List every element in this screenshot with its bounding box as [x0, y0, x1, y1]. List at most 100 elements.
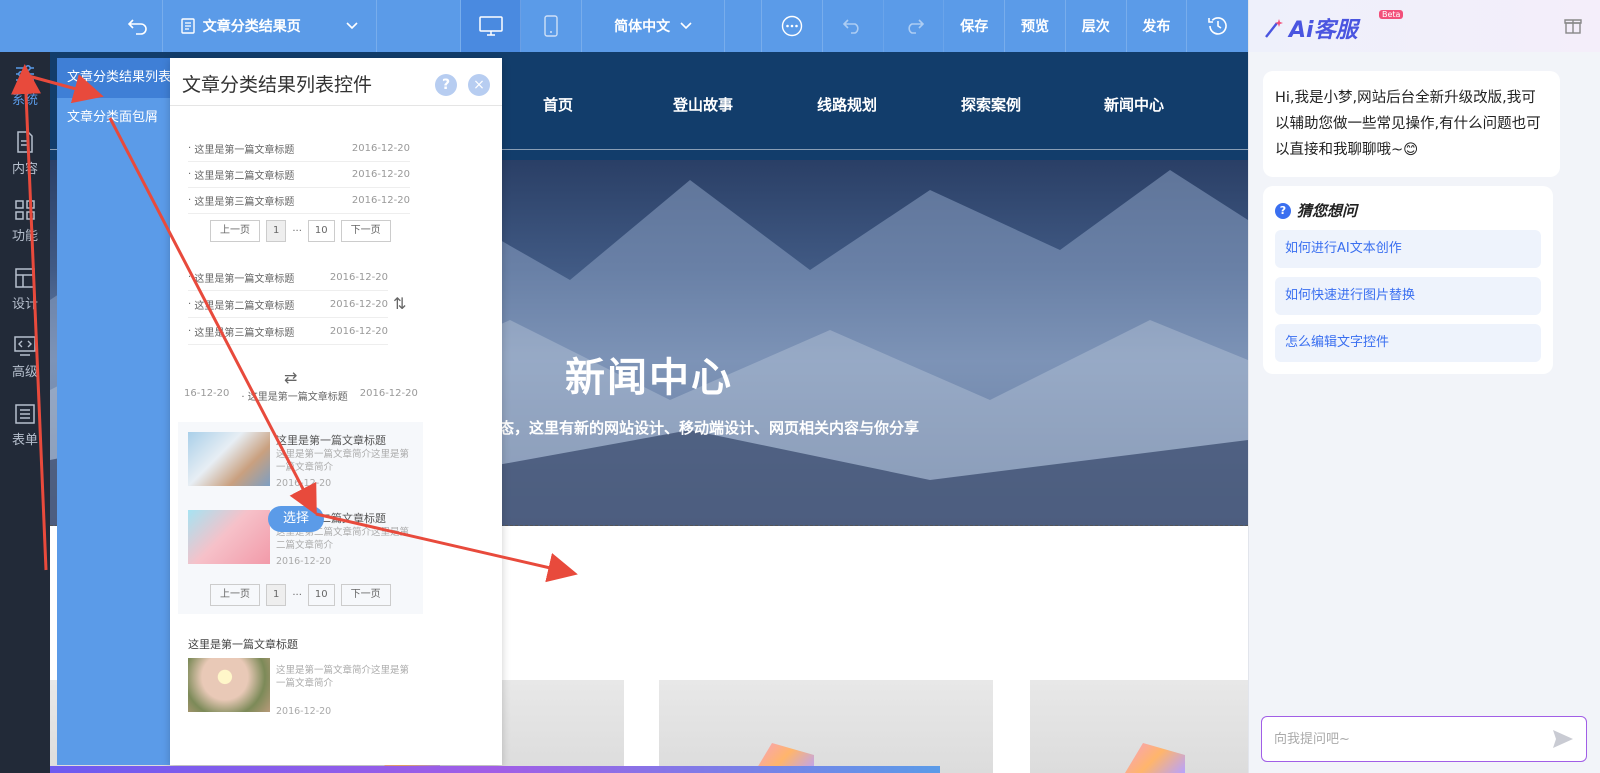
next-page-button[interactable]: 下一页 [340, 584, 391, 606]
page-number[interactable]: 1 [266, 220, 287, 242]
nav-link-home[interactable]: 首页 [543, 94, 573, 115]
item-title: · 这里是第一篇文章标题 [241, 392, 348, 403]
gift-icon[interactable] [1564, 16, 1582, 34]
page-selector[interactable]: 文章分类结果页 [163, 0, 377, 52]
nav-link-cases[interactable]: 探索案例 [961, 94, 1021, 115]
history-button[interactable] [1187, 0, 1248, 52]
page-selector-label: 文章分类结果页 [202, 19, 301, 35]
widget-style-title-image[interactable]: 这里是第一篇文章标题 这里是第一篇文章简介这里是第一篇文章简介 2016-12-… [188, 636, 418, 726]
save-button[interactable]: 保存 [944, 0, 1006, 52]
sub-menu: 文章分类结果列表 文章分类面包屑 [57, 58, 170, 765]
redo-button[interactable] [884, 0, 945, 52]
item-date: 2016-12-20 [329, 298, 388, 310]
widget-style-marquee[interactable]: 16-12-20 · 这里是第一篇文章标题 2016-12-20 [184, 388, 418, 403]
desktop-icon [478, 16, 503, 36]
widget-style-list-a[interactable]: · 这里是第一篇文章标题 2016-12-20 · 这里是第二篇文章标题 2016-… [188, 136, 410, 214]
widget-style-list-b[interactable]: · 这里是第一篇文章标题 2016-12-20 · 这里是第二篇文章标题 2016-… [188, 264, 388, 345]
pagination: 上一页 1 ··· 10 下一页 [210, 584, 391, 606]
sidebar-item-label: 表单 [11, 433, 38, 448]
nav-link-stories[interactable]: 登山故事 [673, 94, 733, 115]
list-item: · 这里是第三篇文章标题 2016-12-20 [188, 188, 410, 214]
back-button[interactable] [0, 0, 163, 52]
layout-icon [15, 268, 35, 288]
item-date: 2016-12-20 [276, 706, 332, 717]
language-selector[interactable]: 简体中文 [582, 0, 726, 52]
page-number[interactable]: 1 [266, 584, 287, 606]
sidebar-item-design[interactable]: 设计 [0, 256, 50, 324]
mobile-icon [544, 15, 559, 37]
list-item: · 这里是第一篇文章标题 2016-12-20 [188, 136, 410, 162]
help-button[interactable]: ? [435, 74, 457, 96]
list-item: 这里是第一篇文章标题 这里是第一篇文章简介这里是第一篇文章简介 2016-12-… [188, 432, 418, 502]
nav-link-routes[interactable]: 线路规划 [817, 94, 877, 115]
question-icon: ? [1275, 202, 1291, 219]
item-desc: 这里是第一篇文章简介这里是第一篇文章简介 [276, 665, 410, 689]
sidebar-item-function[interactable]: 功能 [0, 188, 50, 256]
code-monitor-icon [14, 336, 36, 356]
beta-badge: Beta [1379, 10, 1404, 19]
page-icon [181, 18, 195, 34]
prev-page-button[interactable]: 上一页 [210, 584, 260, 606]
select-widget-button[interactable]: 选择 [268, 506, 324, 532]
submenu-item-result-list[interactable]: 文章分类结果列表 [57, 58, 170, 98]
sidebar-item-advanced[interactable]: 高级 [0, 324, 50, 392]
article-thumbnail [188, 510, 270, 564]
ai-brand-label: Ai客服 [1289, 18, 1358, 43]
item-title: 这里是第三篇文章标题 [194, 327, 295, 339]
item-date: 2016-12-20 [351, 195, 410, 206]
page-ellipsis: ··· [292, 589, 302, 601]
document-icon [16, 131, 34, 153]
close-button[interactable]: × [468, 74, 490, 96]
toolbar-spacer [377, 0, 461, 52]
list-item: · 这里是第二篇文章标题 2016-12-20 [188, 162, 410, 188]
editor-app: 文章分类结果页 简体中文 保存 预览 层次 发布 系统 内容 功能 设计 高级 … [0, 0, 1600, 773]
prev-page-button[interactable]: 上一页 [210, 220, 260, 242]
sidebar-item-form[interactable]: 表单 [0, 392, 50, 460]
news-card[interactable] [659, 680, 993, 773]
mobile-view-button[interactable] [521, 0, 583, 52]
undo-button[interactable] [823, 0, 884, 52]
suggested-question[interactable]: 如何进行AI文本创作 [1275, 230, 1541, 268]
submenu-item-breadcrumb[interactable]: 文章分类面包屑 [57, 98, 170, 138]
suggested-question[interactable]: 如何快速进行图片替换 [1275, 277, 1541, 315]
suggested-questions-header: ? 猜您想问 [1275, 200, 1541, 221]
redo-icon [904, 18, 924, 34]
item-title: 这里是第三篇文章标题 [194, 197, 295, 208]
chevron-down-icon [680, 22, 692, 30]
chat-input[interactable] [1262, 717, 1522, 761]
more-button[interactable] [762, 0, 824, 52]
next-page-button[interactable]: 下一页 [340, 220, 391, 242]
ai-assistant-panel: Ai客服 Beta Hi,我是小梦,网站后台全新升级改版,我可以辅助您做一些常见… [1248, 0, 1600, 773]
news-card[interactable] [1030, 680, 1248, 773]
chevron-down-icon [346, 22, 358, 30]
page-number[interactable]: 10 [307, 584, 335, 606]
preview-button[interactable]: 预览 [1005, 0, 1066, 52]
sidebar-item-content[interactable]: 内容 [0, 120, 50, 188]
more-dots-icon [781, 15, 803, 37]
undo-icon [842, 18, 863, 34]
item-title: 这里是第二篇文章标题 [194, 171, 295, 182]
page-ellipsis: ··· [292, 225, 302, 237]
history-icon [1207, 15, 1229, 37]
item-date: 2016-12-20 [351, 143, 410, 154]
sidebar-item-system[interactable]: 系统 [0, 52, 50, 120]
item-title: 这里是第一篇文章标题 [188, 638, 298, 651]
item-title: 这里是第一篇文章标题 [276, 434, 386, 447]
suggested-questions-title: 猜您想问 [1297, 202, 1358, 220]
item-date: 2016-12-20 [359, 388, 418, 399]
layers-button[interactable]: 层次 [1066, 0, 1127, 52]
send-icon[interactable] [1552, 729, 1574, 749]
suggested-question[interactable]: 怎么编辑文字控件 [1275, 324, 1541, 362]
nav-link-news[interactable]: 新闻中心 [1104, 94, 1164, 115]
publish-button[interactable]: 发布 [1127, 0, 1188, 52]
item-date: 2016-12-20 [276, 556, 332, 567]
desktop-view-button[interactable] [460, 0, 522, 52]
page-number[interactable]: 10 [307, 220, 335, 242]
item-title: 这里是第二篇文章标题 [194, 300, 295, 312]
panel-header: 文章分类结果列表控件 ? × [170, 58, 502, 106]
list-item: · 这里是第二篇文章标题 2016-12-20 [188, 291, 388, 318]
back-arrow-icon [127, 17, 148, 35]
article-thumbnail [188, 432, 270, 486]
vertical-scroll-icon: ⇅ [393, 294, 407, 313]
toolbar-spacer [725, 0, 763, 52]
